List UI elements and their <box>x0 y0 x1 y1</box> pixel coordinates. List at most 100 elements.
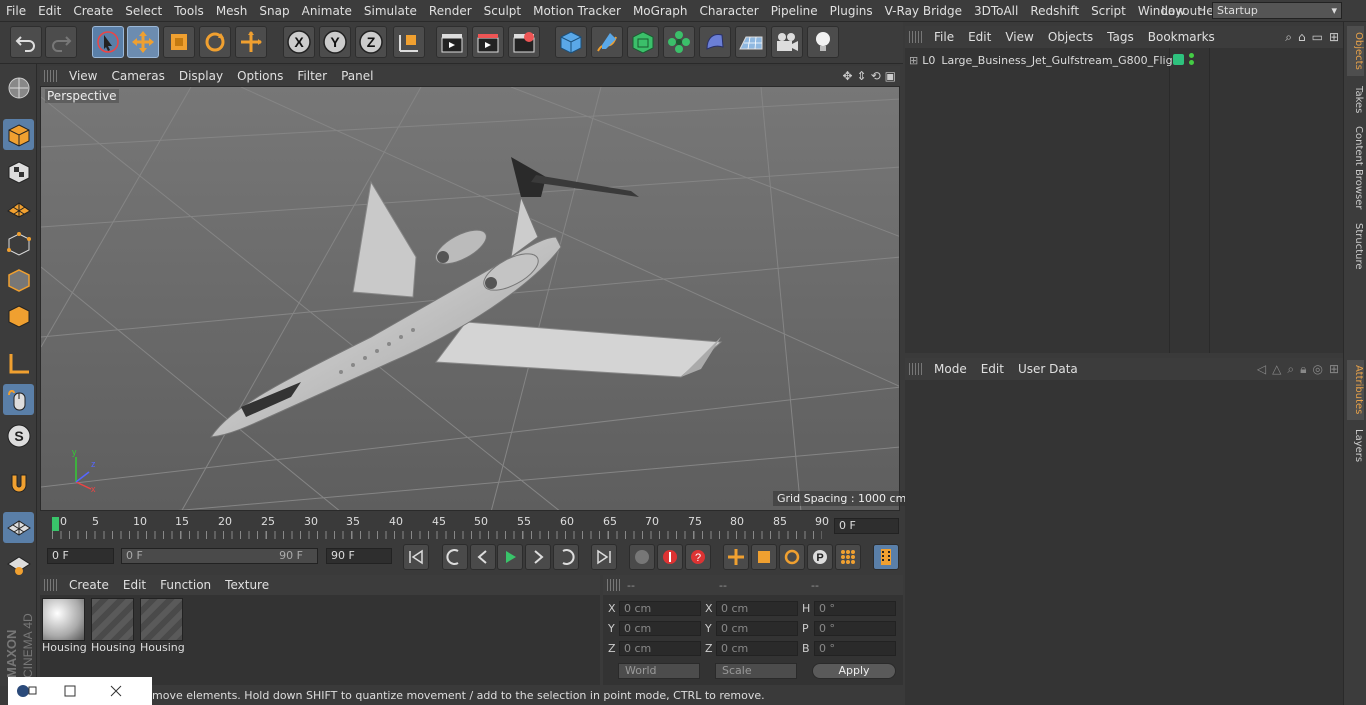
layer-tag-icon[interactable] <box>1173 54 1184 65</box>
menu-script[interactable]: Script <box>1085 4 1132 18</box>
new-window-icon[interactable]: ⊞ <box>1329 362 1339 377</box>
tweak-mode-button[interactable] <box>3 384 34 415</box>
close-icon[interactable] <box>110 685 122 697</box>
objects-menu-bookmarks[interactable]: Bookmarks <box>1141 30 1222 44</box>
objects-menu-file[interactable]: File <box>927 30 961 44</box>
lock-icon[interactable]: 🔒︎ <box>1300 362 1306 377</box>
apply-button[interactable]: Apply <box>812 663 896 679</box>
live-selection-button[interactable] <box>92 26 124 58</box>
panel-grip-icon[interactable] <box>44 579 58 591</box>
layout-select[interactable]: Startup ▾ <box>1212 2 1342 19</box>
render-settings-button[interactable] <box>508 26 540 58</box>
size-x-field[interactable]: 0 cm <box>716 601 798 616</box>
edges-mode-button[interactable] <box>3 264 34 295</box>
menu-mesh[interactable]: Mesh <box>210 4 254 18</box>
size-y-field[interactable]: 0 cm <box>716 621 798 636</box>
previous-key-button[interactable] <box>442 544 468 570</box>
viewport-menu-filter[interactable]: Filter <box>290 69 334 83</box>
record-scale-button[interactable] <box>751 544 777 570</box>
subdivision-button[interactable] <box>627 26 659 58</box>
mograph-cloner-button[interactable] <box>663 26 695 58</box>
next-key-button[interactable] <box>553 544 579 570</box>
scale-tool-button[interactable] <box>163 26 195 58</box>
object-row[interactable]: ⊞ L0 Large_Business_Jet_Gulfstream_G800_… <box>905 50 1343 70</box>
render-to-picture-viewer-button[interactable] <box>472 26 504 58</box>
menu-sculpt[interactable]: Sculpt <box>478 4 527 18</box>
record-rotation-button[interactable] <box>779 544 805 570</box>
coordinate-system-button[interactable] <box>393 26 425 58</box>
auto-keying-button[interactable] <box>657 544 683 570</box>
render-view-button[interactable] <box>436 26 468 58</box>
dolly-view-icon[interactable]: ⇕ <box>857 69 867 83</box>
menu-character[interactable]: Character <box>693 4 764 18</box>
attributes-menu-user-data[interactable]: User Data <box>1011 362 1085 376</box>
floor-object-button[interactable] <box>735 26 767 58</box>
maximize-icon[interactable] <box>64 685 76 697</box>
size-z-field[interactable]: 0 cm <box>716 641 798 656</box>
rotate-view-icon[interactable]: ⟲ <box>871 69 881 83</box>
rotation-b-field[interactable]: 0 ° <box>814 641 896 656</box>
viewport-menu-display[interactable]: Display <box>172 69 230 83</box>
x-axis-lock-button[interactable]: X <box>283 26 315 58</box>
material-swatch[interactable]: Housing <box>91 598 136 658</box>
move-tool-button[interactable] <box>127 26 159 58</box>
maximize-view-icon[interactable]: ▣ <box>885 69 896 83</box>
light-object-button[interactable] <box>807 26 839 58</box>
visibility-dots-icon[interactable] <box>1189 53 1195 67</box>
play-button[interactable] <box>497 544 523 570</box>
new-window-icon[interactable]: ⊞ <box>1329 30 1339 45</box>
menu-plugins[interactable]: Plugins <box>824 4 879 18</box>
objects-menu-edit[interactable]: Edit <box>961 30 998 44</box>
record-parameter-button[interactable]: P <box>807 544 833 570</box>
objects-menu-objects[interactable]: Objects <box>1041 30 1100 44</box>
collapse-icon[interactable]: ▭ <box>1312 30 1323 45</box>
transform-tool-button[interactable] <box>235 26 267 58</box>
rotation-h-field[interactable]: 0 ° <box>814 601 896 616</box>
menu-redshift[interactable]: Redshift <box>1024 4 1085 18</box>
tab-objects[interactable]: Objects <box>1347 26 1364 76</box>
object-name[interactable]: Large_Business_Jet_Gulfstream_G800_Fligh… <box>941 54 1183 67</box>
menu-vray-bridge[interactable]: V-Ray Bridge <box>879 4 968 18</box>
y-axis-lock-button[interactable]: Y <box>319 26 351 58</box>
cube-object-button[interactable] <box>555 26 587 58</box>
panel-grip-icon[interactable] <box>607 579 621 591</box>
position-x-field[interactable]: 0 cm <box>619 601 701 616</box>
viewport-menu-cameras[interactable]: Cameras <box>104 69 171 83</box>
timeline-ruler[interactable]: 0 5 10 15 20 25 30 35 40 45 50 55 60 65 … <box>40 511 903 543</box>
menu-3dtoall[interactable]: 3DToAll <box>968 4 1024 18</box>
points-mode-button[interactable] <box>3 228 34 259</box>
objects-menu-tags[interactable]: Tags <box>1100 30 1141 44</box>
texture-mode-button[interactable] <box>3 156 34 187</box>
material-menu-edit[interactable]: Edit <box>116 578 153 592</box>
home-icon[interactable]: ⌂ <box>1298 30 1306 45</box>
search-icon[interactable]: ⌕ <box>1287 362 1294 377</box>
snapping-button[interactable] <box>3 468 34 499</box>
material-menu-create[interactable]: Create <box>62 578 116 592</box>
preview-range-slider[interactable]: 0 F 90 F <box>121 548 318 564</box>
pen-tool-button[interactable] <box>591 26 623 58</box>
perspective-viewport[interactable]: y z x <box>40 86 900 511</box>
panel-grip-icon[interactable] <box>909 363 923 375</box>
rotation-p-field[interactable]: 0 ° <box>814 621 896 636</box>
next-frame-button[interactable] <box>525 544 551 570</box>
panel-grip-icon[interactable] <box>909 31 923 43</box>
timeline-window-button[interactable] <box>873 544 899 570</box>
arrow-up-icon[interactable]: △ <box>1272 362 1281 377</box>
menu-edit[interactable]: Edit <box>32 4 67 18</box>
viewport-menu-options[interactable]: Options <box>230 69 290 83</box>
tab-takes[interactable]: Takes <box>1347 82 1364 118</box>
objects-menu-view[interactable]: View <box>998 30 1040 44</box>
material-swatch[interactable]: Housing <box>42 598 87 658</box>
tab-content-browser[interactable]: Content Browser <box>1347 124 1364 212</box>
previous-frame-button[interactable] <box>470 544 496 570</box>
redo-button[interactable] <box>45 26 77 58</box>
position-z-field[interactable]: 0 cm <box>619 641 701 656</box>
menu-simulate[interactable]: Simulate <box>358 4 423 18</box>
record-position-button[interactable] <box>723 544 749 570</box>
tab-structure[interactable]: Structure <box>1347 218 1364 274</box>
search-icon[interactable]: ⌕ <box>1285 30 1292 45</box>
menu-motion-tracker[interactable]: Motion Tracker <box>527 4 627 18</box>
arrow-left-icon[interactable]: ◁ <box>1257 362 1266 377</box>
polygons-mode-button[interactable] <box>3 300 34 331</box>
menu-mograph[interactable]: MoGraph <box>627 4 694 18</box>
